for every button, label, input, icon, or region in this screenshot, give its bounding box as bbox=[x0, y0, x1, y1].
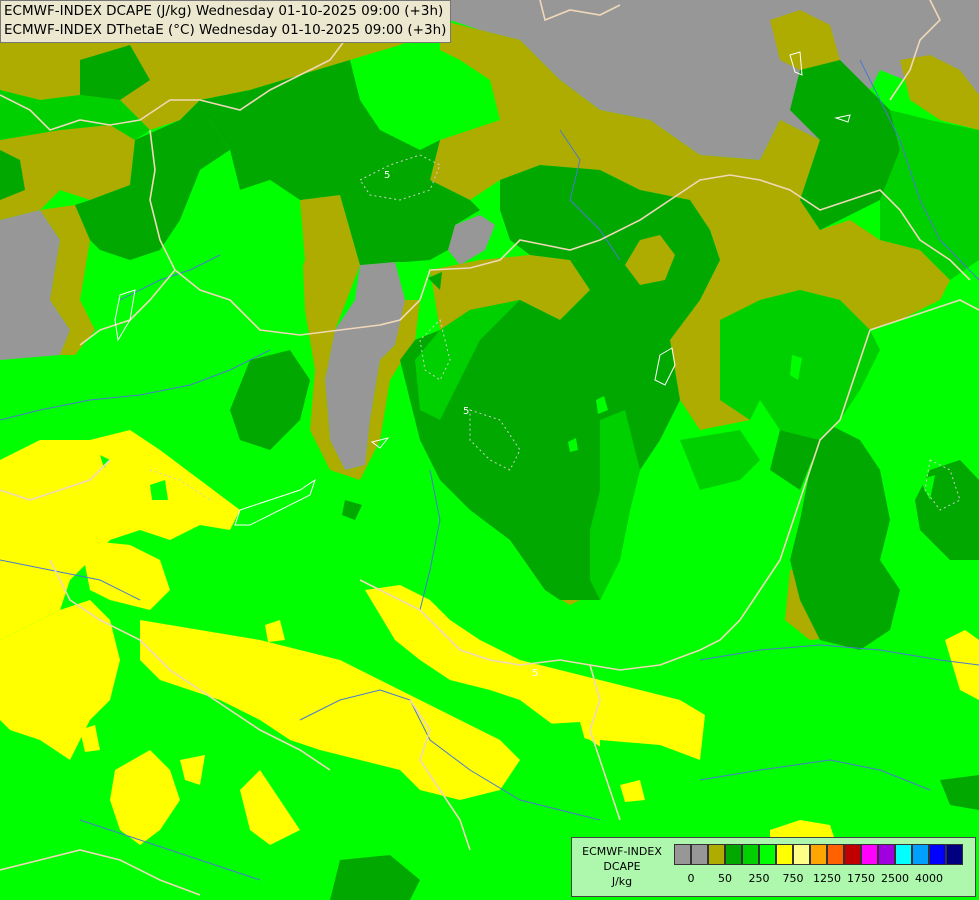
legend-swatches bbox=[674, 844, 963, 867]
legend-swatch bbox=[929, 844, 946, 865]
legend-swatch bbox=[742, 844, 759, 865]
legend-tick-label: 0 bbox=[687, 872, 695, 885]
legend-swatch bbox=[674, 844, 691, 865]
legend-tick-label: 250 bbox=[748, 872, 770, 885]
contour-label: 5 bbox=[532, 668, 538, 679]
legend-swatch bbox=[895, 844, 912, 865]
legend-tick-label: 50 bbox=[718, 872, 732, 885]
color-legend: ECMWF-INDEX DCAPE J/kg 0 50 250 750 1250 1750… bbox=[571, 837, 976, 897]
legend-swatch bbox=[793, 844, 810, 865]
dcape-map[interactable]: 5 5 5 bbox=[0, 0, 979, 900]
legend-tick-label: 1750 bbox=[847, 872, 875, 885]
legend-swatch bbox=[827, 844, 844, 865]
legend-swatch bbox=[946, 844, 963, 865]
legend-title: ECMWF-INDEX DCAPE J/kg bbox=[574, 844, 670, 889]
legend-tick-label: 4000 bbox=[915, 872, 943, 885]
legend-swatch bbox=[810, 844, 827, 865]
legend-title-unit: J/kg bbox=[611, 875, 633, 888]
legend-swatch bbox=[708, 844, 725, 865]
map-title-box: ECMWF-INDEX DCAPE (J/kg) Wednesday 01-10… bbox=[0, 0, 452, 43]
legend-tick-label: 1250 bbox=[813, 872, 841, 885]
legend-swatch bbox=[776, 844, 793, 865]
legend-swatch bbox=[878, 844, 895, 865]
legend-swatch bbox=[759, 844, 776, 865]
legend-tick-label: 2500 bbox=[881, 872, 909, 885]
contour-label: 5 bbox=[463, 406, 469, 417]
legend-swatch bbox=[861, 844, 878, 865]
contour-label: 5 bbox=[384, 170, 390, 181]
legend-ticks: 0 50 250 750 1250 1750 2500 4000 bbox=[674, 872, 974, 888]
legend-swatch bbox=[844, 844, 861, 865]
legend-title-source: ECMWF-INDEX bbox=[582, 845, 662, 858]
legend-swatch bbox=[912, 844, 929, 865]
legend-swatch bbox=[691, 844, 708, 865]
title-dcape: ECMWF-INDEX DCAPE (J/kg) Wednesday 01-10… bbox=[4, 3, 444, 19]
legend-tick-label: 750 bbox=[782, 872, 804, 885]
legend-swatch bbox=[725, 844, 742, 865]
legend-title-variable: DCAPE bbox=[603, 860, 641, 873]
title-dthetae: ECMWF-INDEX DThetaE (°C) Wednesday 01-10… bbox=[4, 22, 447, 38]
